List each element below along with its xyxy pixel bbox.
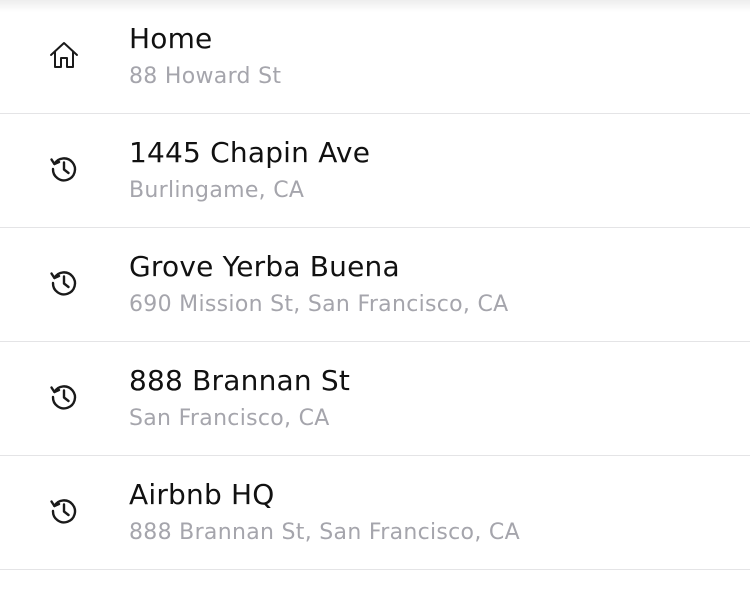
place-title: Airbnb HQ — [129, 478, 275, 511]
list-item-text: 1445 Chapin Ave Burlingame, CA — [129, 134, 730, 210]
list-item-recent[interactable]: Grove Yerba Buena 690 Mission St, San Fr… — [0, 228, 750, 342]
history-icon — [48, 153, 80, 185]
history-icon — [48, 381, 80, 413]
list-item-text: Grove Yerba Buena 690 Mission St, San Fr… — [129, 248, 730, 324]
place-address: 888 Brannan St, San Francisco, CA — [129, 520, 520, 545]
place-title: 1445 Chapin Ave — [129, 136, 371, 169]
place-title: Grove Yerba Buena — [129, 250, 400, 283]
home-icon — [48, 39, 80, 71]
history-icon — [48, 267, 80, 299]
list-item-recent[interactable]: Airbnb HQ 888 Brannan St, San Francisco,… — [0, 456, 750, 570]
place-address: Burlingame, CA — [129, 178, 305, 203]
list-item-text: 888 Brannan St San Francisco, CA — [129, 362, 730, 438]
list-item-home[interactable]: Home 88 Howard St — [0, 0, 750, 114]
saved-places-list: Home 88 Howard St 1445 Chapin Ave Burlin… — [0, 0, 750, 570]
history-icon — [48, 495, 80, 527]
place-address: 690 Mission St, San Francisco, CA — [129, 292, 509, 317]
place-title: 888 Brannan St — [129, 364, 351, 397]
place-address: San Francisco, CA — [129, 406, 330, 431]
place-address: 88 Howard St — [129, 64, 282, 89]
list-item-text: Home 88 Howard St — [129, 20, 730, 96]
list-item-text: Airbnb HQ 888 Brannan St, San Francisco,… — [129, 476, 730, 552]
list-item-recent[interactable]: 888 Brannan St San Francisco, CA — [0, 342, 750, 456]
place-title: Home — [129, 22, 213, 55]
list-item-recent[interactable]: 1445 Chapin Ave Burlingame, CA — [0, 114, 750, 228]
